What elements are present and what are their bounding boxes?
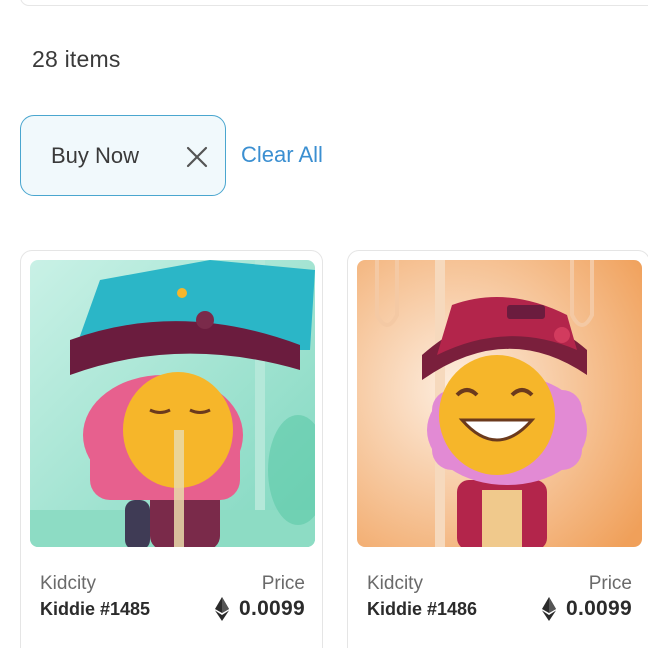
top-panel-edge (20, 0, 648, 6)
card-info: Kidcity Price Kiddie #1486 0.0099 (367, 573, 632, 621)
price-label: Price (261, 573, 305, 594)
price-row: 0.0099 (214, 597, 305, 621)
filter-chip-label: Buy Now (51, 142, 140, 168)
price-label: Price (588, 573, 632, 594)
price-value: 0.0099 (238, 597, 305, 620)
card-info: Kidcity Price Kiddie #1485 0.0099 (40, 573, 305, 621)
token-name[interactable]: Kiddie #1486 (367, 599, 477, 620)
token-name[interactable]: Kiddie #1485 (40, 599, 150, 620)
nft-card[interactable]: Kidcity Price Kiddie #1486 0.0099 (347, 250, 648, 648)
ethereum-icon (541, 597, 556, 621)
price-row: 0.0099 (541, 597, 632, 621)
nft-card[interactable]: Kidcity Price Kiddie #1485 0.0099 (20, 250, 323, 648)
nft-image[interactable] (30, 260, 315, 547)
filter-chip-buy-now[interactable]: Buy Now (20, 115, 226, 196)
close-icon[interactable] (184, 144, 210, 170)
ethereum-icon (214, 597, 229, 621)
collection-name[interactable]: Kidcity (367, 573, 423, 594)
clear-all-link[interactable]: Clear All (241, 142, 323, 168)
nft-image[interactable] (357, 260, 642, 547)
marketplace-page: 28 items Buy Now Clear All Kidcity Price… (0, 0, 648, 648)
collection-name[interactable]: Kidcity (40, 573, 96, 594)
price-value: 0.0099 (565, 597, 632, 620)
results-count: 28 items (32, 46, 121, 72)
